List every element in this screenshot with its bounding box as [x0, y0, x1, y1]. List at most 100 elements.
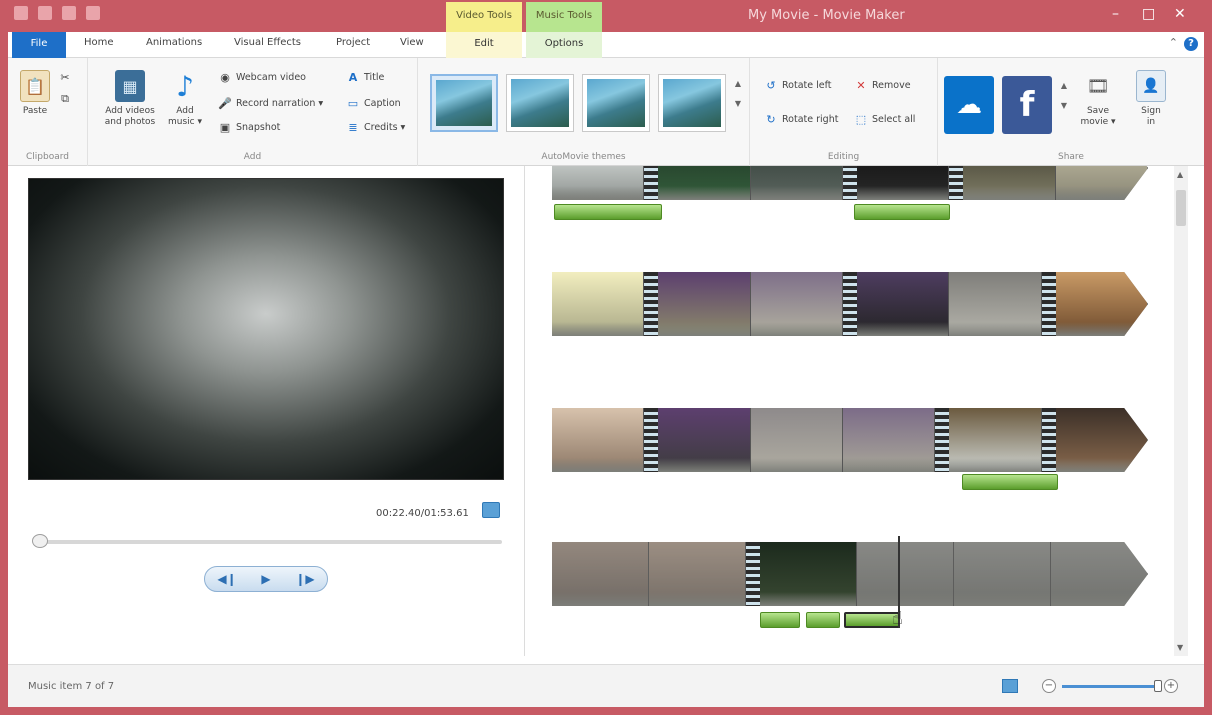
rotate-left-button[interactable]: ↺ Rotate left	[764, 78, 831, 92]
music-clip[interactable]	[962, 474, 1058, 490]
transition-marker[interactable]	[746, 542, 760, 606]
clip-frame[interactable]	[842, 408, 936, 472]
tab-file[interactable]: File	[12, 32, 66, 58]
save-movie-button[interactable]: 🎞 Save movie ▾	[1078, 70, 1118, 128]
tab-edit[interactable]: Edit	[446, 32, 522, 58]
clip-frame[interactable]	[856, 166, 950, 200]
preview-monitor[interactable]	[28, 178, 504, 480]
minimize-button[interactable]: –	[1112, 6, 1119, 22]
redo-icon[interactable]	[86, 6, 100, 20]
clip-frame[interactable]	[658, 272, 751, 336]
add-music-button[interactable]: ♪ Add music ▾	[168, 70, 202, 128]
seek-bar[interactable]	[34, 540, 502, 544]
clip-frame[interactable]	[552, 272, 645, 336]
music-clip[interactable]	[854, 204, 950, 220]
scroll-up-icon[interactable]: ▲	[1177, 170, 1183, 179]
clip-frame[interactable]	[856, 272, 950, 336]
scroll-down-icon[interactable]: ▼	[1177, 643, 1183, 652]
clip-frame[interactable]	[552, 166, 645, 200]
share-scroll[interactable]: ▲ ▼	[1058, 76, 1070, 136]
cut-button[interactable]: ✂	[58, 70, 72, 84]
close-button[interactable]: ✕	[1174, 6, 1186, 22]
scroll-thumb[interactable]	[1176, 190, 1186, 226]
clip-frame[interactable]	[963, 166, 1056, 200]
record-narration-button[interactable]: 🎤 Record narration ▾	[218, 96, 323, 110]
clip-strip[interactable]	[552, 272, 1148, 336]
transition-marker[interactable]	[935, 408, 950, 472]
clip-frame[interactable]	[1051, 542, 1148, 606]
copy-button[interactable]: ⧉	[58, 92, 72, 106]
clip-strip[interactable]	[552, 542, 1148, 606]
tab-options[interactable]: Options	[526, 32, 602, 58]
scroll-up-icon[interactable]: ▲	[732, 74, 744, 94]
tab-view[interactable]: View	[400, 37, 424, 48]
clip-frame[interactable]	[949, 408, 1042, 472]
clip-frame[interactable]	[857, 542, 954, 606]
clip-frame[interactable]	[649, 542, 746, 606]
facebook-icon[interactable]: f	[1002, 76, 1052, 134]
clip-frame[interactable]	[1055, 272, 1148, 336]
remove-button[interactable]: ✕ Remove	[854, 78, 910, 92]
clip-frame[interactable]	[949, 272, 1042, 336]
zoom-slider-thumb[interactable]	[1154, 679, 1162, 692]
clip-strip[interactable]	[552, 408, 1148, 472]
theme-thumbnail[interactable]	[658, 74, 726, 132]
clip-frame[interactable]	[1055, 408, 1148, 472]
credits-button[interactable]: ≣ Credits ▾	[346, 120, 405, 134]
transition-marker[interactable]	[842, 166, 857, 200]
clip-frame[interactable]	[760, 542, 857, 606]
music-clip[interactable]	[760, 612, 800, 628]
scroll-down-icon[interactable]: ▼	[1058, 96, 1070, 116]
themes-scroll[interactable]: ▲ ▼	[732, 74, 744, 134]
transition-marker[interactable]	[644, 408, 659, 472]
onedrive-icon[interactable]: ☁	[944, 76, 994, 134]
clip-frame[interactable]	[658, 408, 751, 472]
title-button[interactable]: A Title	[346, 70, 385, 84]
clip-frame[interactable]	[750, 408, 843, 472]
scroll-up-icon[interactable]: ▲	[1058, 76, 1070, 96]
snapshot-button[interactable]: ▣ Snapshot	[218, 120, 281, 134]
music-clip[interactable]	[554, 204, 662, 220]
next-frame-icon[interactable]: ❙▶	[295, 572, 314, 586]
help-icon[interactable]: ?	[1184, 37, 1198, 51]
tab-visual-effects[interactable]: Visual Effects	[234, 37, 301, 48]
theme-thumbnail[interactable]	[506, 74, 574, 132]
storyboard-view-icon[interactable]	[1002, 679, 1018, 693]
clip-frame[interactable]	[552, 408, 645, 472]
sign-in-button[interactable]: 👤 Sign in	[1134, 70, 1168, 128]
clip-frame[interactable]	[954, 542, 1051, 606]
app-icon[interactable]	[14, 6, 28, 20]
add-videos-button[interactable]: ▦ Add videos and photos	[100, 70, 160, 128]
transition-marker[interactable]	[644, 272, 659, 336]
clip-strip[interactable]	[552, 166, 1148, 200]
theme-thumbnail[interactable]	[430, 74, 498, 132]
pane-divider[interactable]	[524, 166, 525, 656]
clip-frame[interactable]	[750, 272, 843, 336]
theme-thumbnail[interactable]	[582, 74, 650, 132]
tab-home[interactable]: Home	[84, 37, 114, 48]
save-icon[interactable]	[38, 6, 52, 20]
caption-button[interactable]: ▭ Caption	[346, 96, 401, 110]
tab-project[interactable]: Project	[336, 37, 370, 48]
webcam-video-button[interactable]: ◉ Webcam video	[218, 70, 306, 84]
play-icon[interactable]: ▶	[261, 572, 270, 586]
select-all-button[interactable]: ⬚ Select all	[854, 112, 916, 126]
zoom-slider[interactable]	[1062, 679, 1162, 692]
clip-frame[interactable]	[1055, 166, 1148, 200]
transition-marker[interactable]	[1041, 272, 1056, 336]
paste-button[interactable]: 📋 Paste	[18, 70, 52, 117]
zoom-out-icon[interactable]: −	[1042, 679, 1056, 693]
music-clip[interactable]	[806, 612, 840, 628]
seek-thumb[interactable]	[32, 534, 48, 548]
clip-frame[interactable]	[658, 166, 751, 200]
clip-frame[interactable]	[552, 542, 649, 606]
storyboard-scrollbar[interactable]: ▲ ▼	[1174, 166, 1188, 656]
fullscreen-preview-icon[interactable]	[482, 502, 500, 518]
transition-marker[interactable]	[1041, 408, 1056, 472]
undo-icon[interactable]	[62, 6, 76, 20]
previous-frame-icon[interactable]: ◀❙	[217, 572, 236, 586]
transition-marker[interactable]	[842, 272, 857, 336]
tab-animations[interactable]: Animations	[146, 37, 202, 48]
transition-marker[interactable]	[949, 166, 964, 200]
collapse-ribbon-icon[interactable]: ⌃	[1169, 36, 1178, 49]
